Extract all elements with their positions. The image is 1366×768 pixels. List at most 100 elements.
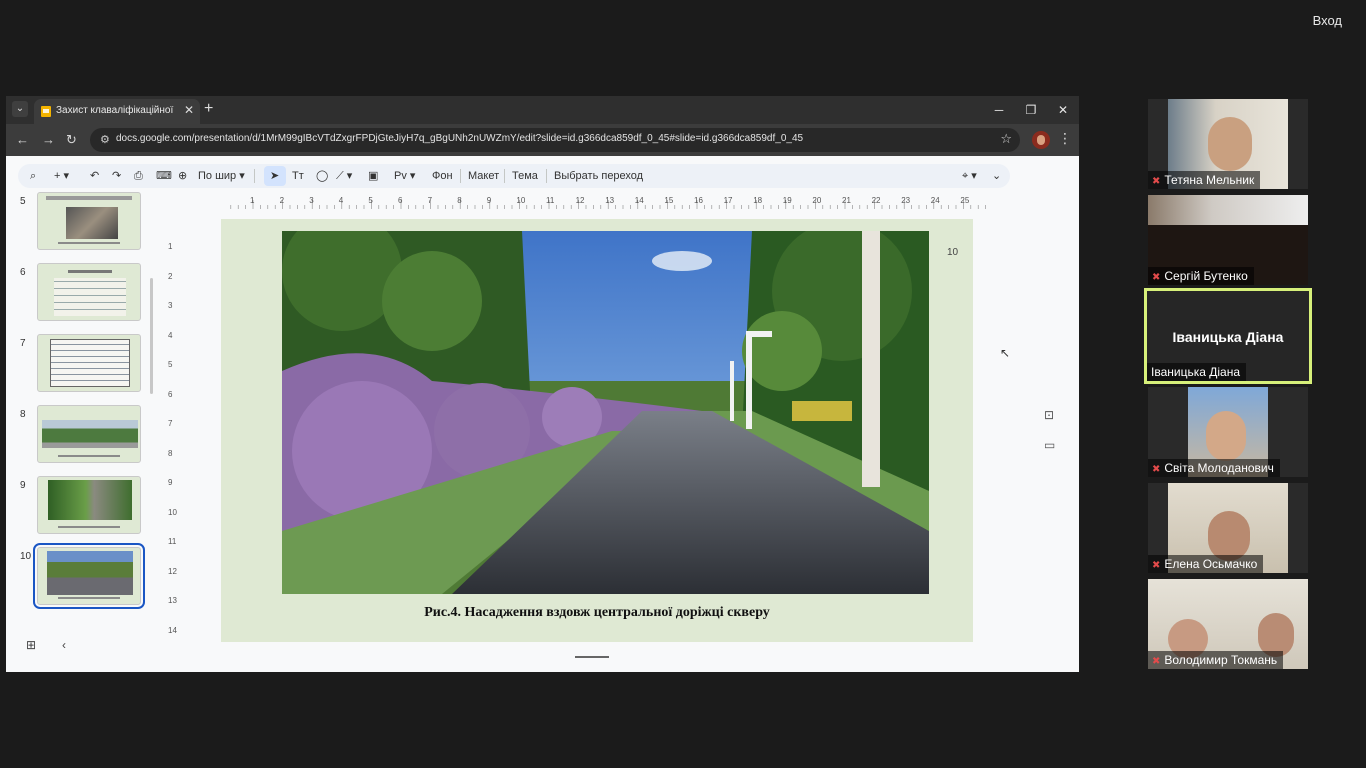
ruler-number: 14 xyxy=(634,196,644,205)
browser-tab[interactable]: Захист клаваліфікаційної робо ✕ xyxy=(34,99,200,124)
toolbar-divider xyxy=(546,169,547,183)
thumb-table xyxy=(50,339,130,387)
screen: Вход ⌄ Захист клаваліфікаційної робо ✕ +… xyxy=(0,0,1366,768)
shape-icon[interactable]: ◯ xyxy=(316,168,328,184)
tab-bar: ⌄ Захист клаваліфікаційної робо ✕ + ─ ❐ … xyxy=(6,96,1079,124)
profile-avatar[interactable] xyxy=(1032,131,1050,149)
toolbar-divider xyxy=(460,169,461,183)
ruler-number: 3 xyxy=(309,196,314,205)
ruler-number: 24 xyxy=(930,196,940,205)
ruler-number: 5 xyxy=(368,196,373,205)
ruler-number: 16 xyxy=(694,196,703,205)
line-icon[interactable]: ⟋ ▾ xyxy=(336,168,352,184)
participant-name-text: Тетяна Мельник xyxy=(1164,173,1255,187)
participant-name-text: Елена Осьмачко xyxy=(1164,557,1258,571)
maximize-button[interactable]: ❐ xyxy=(1015,96,1047,124)
browser-window: ⌄ Захист клаваліфікаційної робо ✕ + ─ ❐ … xyxy=(6,96,1079,672)
new-slide-icon[interactable]: + ▾ xyxy=(54,168,69,184)
transition-button[interactable]: Выбрать переход xyxy=(554,168,643,184)
url-text[interactable]: docs.google.com/presentation/d/1MrM99gIB… xyxy=(116,133,976,144)
comment-icon[interactable]: ▣ xyxy=(368,168,378,184)
pointer-mode-icon[interactable]: ⌖ ▾ xyxy=(962,168,977,184)
forward-icon[interactable]: → xyxy=(42,132,55,147)
slide-photo[interactable] xyxy=(282,231,929,594)
participant-tile[interactable]: ✖ Елена Осьмачко xyxy=(1148,483,1308,573)
slide-number: 6 xyxy=(20,267,26,278)
participant-tile-speaking[interactable]: Іваницька Діана Іваницька Діана xyxy=(1144,288,1312,384)
new-tab-icon[interactable]: + xyxy=(204,100,213,118)
ruler-number: 7 xyxy=(427,196,433,205)
slide-thumbnail-9[interactable]: 9 xyxy=(6,476,166,536)
minimize-button[interactable]: ─ xyxy=(983,96,1015,124)
ruler-number: 4 xyxy=(168,330,173,340)
zoom-select[interactable]: По шир ▾ xyxy=(198,168,245,184)
participant-tile[interactable]: ✖ Тетяна Мельник xyxy=(1148,99,1308,189)
participant-tile[interactable]: ✖ Сергій Бутенко xyxy=(1148,195,1308,285)
ruler-number: 4 xyxy=(338,196,344,205)
site-info-icon[interactable]: ⚙ xyxy=(100,133,110,146)
kebab-menu-icon[interactable]: ⋮ xyxy=(1058,130,1072,147)
theme-button[interactable]: Тема xyxy=(512,168,538,184)
tab-close-icon[interactable]: ✕ xyxy=(184,103,194,117)
tab-title: Захист клаваліфікаційної робо xyxy=(56,105,174,116)
filmstrip-scrollbar[interactable] xyxy=(150,278,153,394)
text-style-icon[interactable]: Pv ▾ xyxy=(394,168,415,184)
window-controls: ─ ❐ ✕ xyxy=(983,96,1079,124)
toolbar-divider xyxy=(504,169,505,183)
close-window-button[interactable]: ✕ xyxy=(1047,96,1079,124)
search-menus-icon[interactable]: ⌕ xyxy=(30,168,36,184)
slides-app: ⌕ + ▾ ↶ ↷ ⎙ ⌨ ⊕ По шир ▾ ➤ Tт ◯ ⟋ ▾ ▣ Pv… xyxy=(6,156,1079,672)
mic-muted-icon: ✖ xyxy=(1152,656,1161,667)
ruler-number: 21 xyxy=(842,196,851,205)
toolbar-divider xyxy=(254,169,255,183)
undo-icon[interactable]: ↶ xyxy=(90,168,99,184)
slide-thumbnail-5[interactable]: 5 xyxy=(6,192,166,252)
ruler-number: 2 xyxy=(168,271,173,281)
slide-caption[interactable]: Рис.4. Насадження вздовж центральної дор… xyxy=(221,605,973,621)
bottom-drag-handle[interactable] xyxy=(575,656,609,658)
text-box-icon[interactable]: Tт xyxy=(292,168,304,184)
grid-view-icon[interactable]: ⊞ xyxy=(26,638,36,652)
redo-icon[interactable]: ↷ xyxy=(112,168,121,184)
layout-button[interactable]: Макет xyxy=(468,168,499,184)
participant-tile[interactable]: ✖ Володимир Токмань xyxy=(1148,579,1308,669)
ruler-number: 12 xyxy=(575,196,585,205)
thumb-caption xyxy=(58,597,120,599)
slide-thumbnail-8[interactable]: 8 xyxy=(6,405,166,465)
zoom-icon[interactable]: ⊕ xyxy=(178,168,187,184)
slide-thumbnail-10[interactable]: 10 xyxy=(6,543,166,609)
collapse-filmstrip-chevron-icon[interactable]: ‹ xyxy=(62,638,66,652)
omnibox[interactable]: ⚙ docs.google.com/presentation/d/1MrM99g… xyxy=(90,128,1020,152)
participant-name: ✖ Елена Осьмачко xyxy=(1148,555,1264,573)
participant-face xyxy=(1208,511,1250,561)
thumb-photo xyxy=(42,420,138,448)
tab-search-chevron-icon[interactable]: ⌄ xyxy=(12,101,28,117)
paint-format-icon[interactable]: ⌨ xyxy=(156,168,172,184)
ruler-number: 1 xyxy=(250,196,255,205)
print-icon[interactable]: ⎙ xyxy=(134,168,143,184)
ruler-number: 14 xyxy=(168,625,177,635)
ruler-number: 12 xyxy=(168,566,177,576)
participant-name: ✖ Володимир Токмань xyxy=(1148,651,1284,669)
collapse-toolbar-chevron-icon[interactable]: ⌄ xyxy=(992,168,1001,184)
slide-thumbnail-7[interactable]: 7 xyxy=(6,334,166,394)
reload-icon[interactable]: ↻ xyxy=(66,132,77,148)
select-cursor-icon[interactable]: ➤ xyxy=(270,168,279,184)
background-button[interactable]: Фон xyxy=(432,168,453,184)
explore-icon[interactable]: ⊡ xyxy=(1044,408,1054,422)
participant-tile[interactable]: ✖ Світа Молоданович xyxy=(1148,387,1308,477)
folder-icon[interactable]: ▭ xyxy=(1044,438,1055,452)
slide-number: 7 xyxy=(20,338,26,349)
ruler-number: 15 xyxy=(664,196,674,205)
bookmark-star-icon[interactable]: ☆ xyxy=(1000,131,1012,147)
back-icon[interactable]: ← xyxy=(16,132,29,147)
ruler-number: 20 xyxy=(812,196,822,205)
slide-thumbnail-6[interactable]: 6 xyxy=(6,263,166,323)
participant-face xyxy=(1208,117,1252,171)
login-button[interactable]: Вход xyxy=(1307,10,1348,32)
slides-toolbar: ⌕ + ▾ ↶ ↷ ⎙ ⌨ ⊕ По шир ▾ ➤ Tт ◯ ⟋ ▾ ▣ Pv… xyxy=(18,164,1010,188)
thumb-photo xyxy=(47,551,133,595)
slide-canvas[interactable]: 10 Рис.4. Насадження вздовж центральної … xyxy=(221,219,973,642)
ruler-number: 10 xyxy=(168,507,177,517)
slide-number: 10 xyxy=(20,551,32,562)
